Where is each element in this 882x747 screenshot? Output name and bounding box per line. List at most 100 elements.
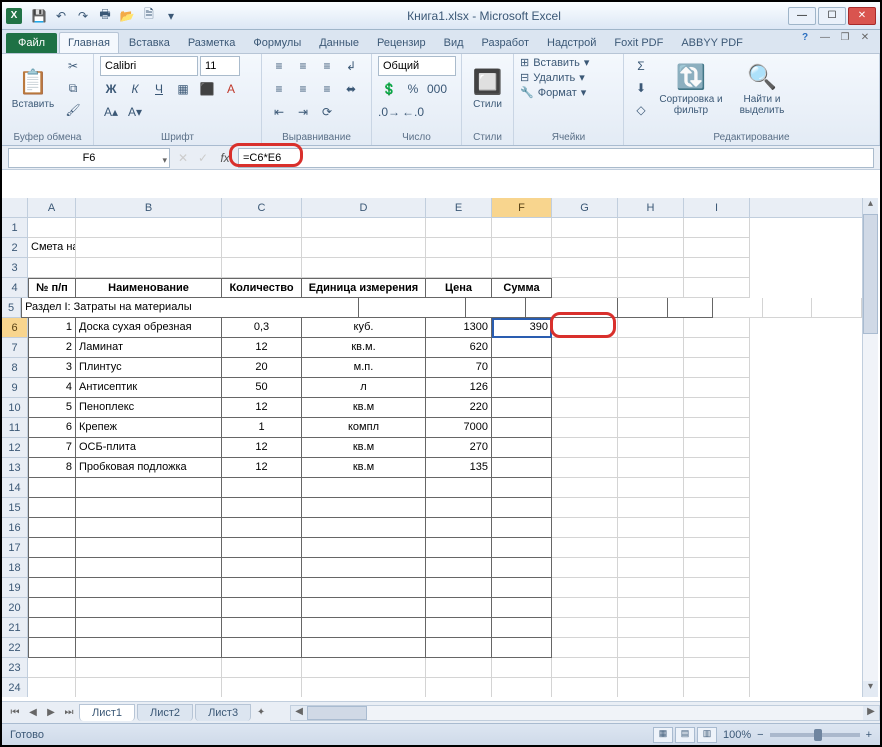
cell[interactable] (618, 598, 684, 618)
cell[interactable] (222, 258, 302, 278)
cell[interactable] (28, 498, 76, 518)
cell[interactable] (492, 558, 552, 578)
cancel-formula-icon[interactable]: ✕ (174, 151, 192, 165)
row-header-16[interactable]: 16 (2, 518, 28, 538)
fill-icon[interactable]: ⬇ (630, 78, 652, 98)
cell[interactable] (492, 578, 552, 598)
cell[interactable] (426, 498, 492, 518)
cell[interactable]: 12 (222, 438, 302, 458)
cell[interactable] (552, 538, 618, 558)
cell[interactable]: № п/п (28, 278, 76, 298)
cell[interactable] (618, 298, 668, 318)
cell[interactable] (618, 238, 684, 258)
name-box[interactable]: F6▾ (8, 148, 170, 168)
cell[interactable] (426, 258, 492, 278)
cell[interactable] (302, 258, 426, 278)
col-A[interactable]: A (28, 198, 76, 217)
cell[interactable] (552, 438, 618, 458)
cell[interactable] (552, 238, 618, 258)
row-header-7[interactable]: 7 (2, 338, 28, 358)
col-H[interactable]: H (618, 198, 684, 217)
cell[interactable] (222, 638, 302, 658)
tab-home[interactable]: Главная (59, 32, 119, 53)
fx-icon[interactable]: fx (216, 151, 234, 165)
cell[interactable]: 4 (28, 378, 76, 398)
cell[interactable] (618, 358, 684, 378)
cell[interactable] (618, 378, 684, 398)
cell[interactable] (684, 398, 750, 418)
cell[interactable] (76, 518, 222, 538)
cell[interactable] (552, 518, 618, 538)
cell[interactable] (552, 358, 618, 378)
sheet-tab-2[interactable]: Лист2 (137, 704, 193, 721)
cell[interactable]: Сумма (492, 278, 552, 298)
sort-filter-button[interactable]: 🔃 Сортировка и фильтр (656, 56, 726, 122)
row-header-1[interactable]: 1 (2, 218, 28, 238)
tab-insert[interactable]: Вставка (121, 33, 178, 53)
cell[interactable]: куб. (302, 318, 426, 338)
tab-foxit[interactable]: Foxit PDF (606, 33, 671, 53)
cell[interactable] (302, 218, 426, 238)
cell[interactable] (618, 438, 684, 458)
cell[interactable] (222, 558, 302, 578)
cell[interactable] (618, 558, 684, 578)
cell[interactable]: 1 (28, 318, 76, 338)
cell[interactable]: Пеноплекс (76, 398, 222, 418)
minimize-button[interactable]: — (788, 7, 816, 25)
font-color-button[interactable]: A (220, 79, 242, 99)
cell[interactable] (28, 658, 76, 678)
cell[interactable] (76, 218, 222, 238)
cell[interactable] (684, 538, 750, 558)
row-header-11[interactable]: 11 (2, 418, 28, 438)
row-header-10[interactable]: 10 (2, 398, 28, 418)
cell[interactable]: 2 (28, 338, 76, 358)
tab-abbyy[interactable]: ABBYY PDF (673, 33, 751, 53)
cell[interactable] (76, 538, 222, 558)
file-tab[interactable]: Файл (6, 33, 57, 53)
scroll-down-icon[interactable]: ▾ (863, 681, 878, 697)
cell[interactable] (426, 638, 492, 658)
styles-button[interactable]: 🔲 Стили (468, 56, 507, 122)
cell[interactable] (552, 418, 618, 438)
cell[interactable] (28, 558, 76, 578)
cell[interactable] (426, 518, 492, 538)
dec-decimal-icon[interactable]: ←.0 (402, 102, 424, 122)
border-button[interactable]: ▦ (172, 79, 194, 99)
cell[interactable] (492, 518, 552, 538)
bold-button[interactable]: Ж (100, 79, 122, 99)
cell[interactable] (426, 618, 492, 638)
cell[interactable] (492, 398, 552, 418)
col-B[interactable]: B (76, 198, 222, 217)
cell[interactable] (302, 518, 426, 538)
cell[interactable]: 70 (426, 358, 492, 378)
zoom-out-icon[interactable]: − (757, 729, 763, 741)
cell[interactable] (492, 598, 552, 618)
cell[interactable] (302, 238, 426, 258)
cell[interactable] (684, 418, 750, 438)
mdi-minimize-icon[interactable]: — (816, 32, 834, 48)
cell[interactable]: 12 (222, 458, 302, 478)
cell[interactable] (76, 678, 222, 697)
cell[interactable] (302, 558, 426, 578)
cell[interactable] (359, 298, 467, 318)
cell[interactable] (684, 458, 750, 478)
cell[interactable] (684, 678, 750, 697)
cell[interactable] (76, 558, 222, 578)
cell[interactable] (552, 598, 618, 618)
cell[interactable] (684, 658, 750, 678)
copy-icon[interactable]: ⧉ (62, 78, 84, 98)
cell[interactable] (618, 498, 684, 518)
cell[interactable] (684, 558, 750, 578)
cell[interactable] (28, 218, 76, 238)
cell[interactable]: Цена (426, 278, 492, 298)
cell[interactable]: 8 (28, 458, 76, 478)
cell[interactable] (618, 258, 684, 278)
align-bottom-icon[interactable]: ≡ (316, 56, 338, 76)
normal-view-icon[interactable]: ▦ (653, 727, 673, 743)
cell[interactable] (684, 318, 750, 338)
cell[interactable] (302, 498, 426, 518)
cell[interactable] (763, 298, 813, 318)
cell[interactable] (302, 658, 426, 678)
cell[interactable] (552, 218, 618, 238)
cell[interactable] (222, 598, 302, 618)
